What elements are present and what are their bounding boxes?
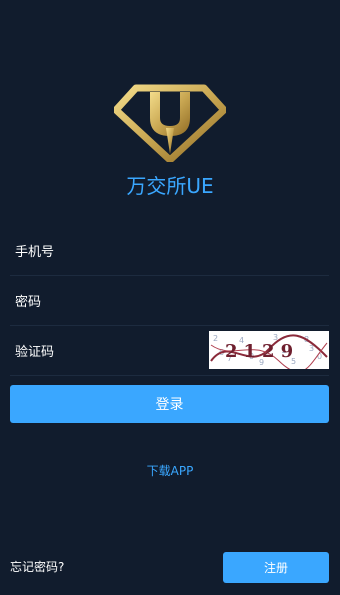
- password-row: 密码: [10, 275, 329, 326]
- brand-title: 万交所UE: [126, 174, 214, 198]
- phone-label: 手机号: [15, 245, 55, 260]
- phone-row: 手机号: [10, 225, 329, 276]
- captcha-label: 验证码: [15, 345, 55, 360]
- login-page: 万交所UE 手机号 密码 验证码 274 935 806 130 2129 登录…: [0, 0, 340, 595]
- forgot-password-link[interactable]: 忘记密码?: [10, 558, 64, 575]
- password-label: 密码: [15, 295, 42, 310]
- login-button[interactable]: 登录: [10, 385, 329, 423]
- diamond-u-logo-icon: [114, 84, 226, 162]
- captcha-image[interactable]: 274 935 806 130 2129: [209, 331, 329, 369]
- captcha-row: 验证码 274 935 806 130 2129: [10, 325, 329, 376]
- svg-text:2: 2: [213, 334, 218, 343]
- login-form: 手机号 密码 验证码 274 935 806 130 2129: [10, 225, 329, 376]
- password-input[interactable]: [95, 275, 329, 326]
- register-button[interactable]: 注册: [223, 552, 329, 583]
- captcha-noise-graphic: 274 935 806 1 30 2129: [209, 331, 329, 369]
- download-app-link[interactable]: 下载APP: [0, 462, 340, 479]
- phone-input[interactable]: [95, 225, 329, 276]
- captcha-text: 2129: [225, 341, 299, 362]
